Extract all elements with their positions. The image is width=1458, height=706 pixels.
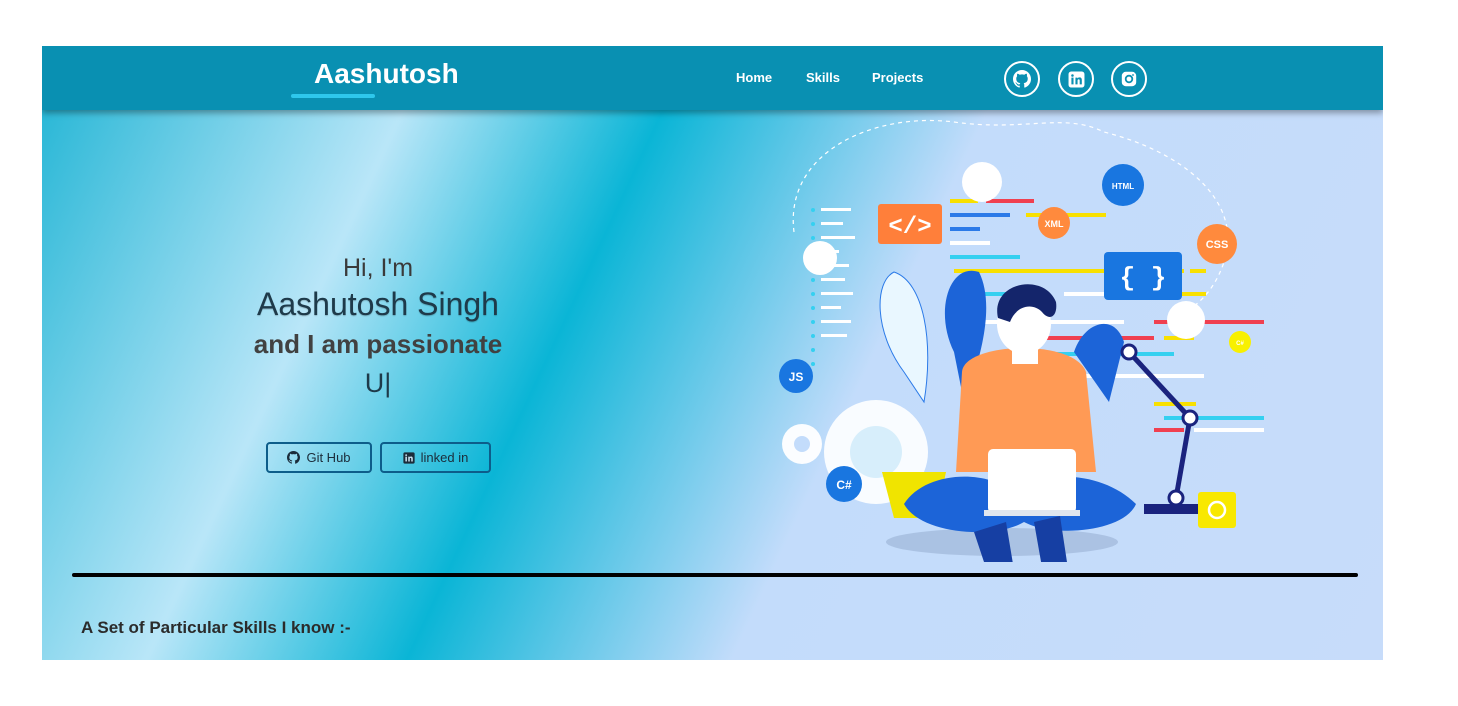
github-button[interactable]: Git Hub <box>266 442 372 473</box>
brand-logo[interactable]: Aashutosh <box>314 58 459 90</box>
hero-tagline: and I am passionate <box>253 329 503 359</box>
linkedin-button-label: linked in <box>420 450 469 465</box>
linkedin-link[interactable] <box>1058 61 1094 97</box>
github-button-label: Git Hub <box>306 450 351 465</box>
page: Aashutosh Home Skills Projects Hi, I'm A… <box>42 46 1383 660</box>
typing-cursor: | <box>384 368 392 398</box>
linkedin-icon <box>403 451 415 464</box>
hero-name: Aashutosh Singh <box>257 286 499 322</box>
hero-intro: Hi, I'm Aashutosh Singh and I am passion… <box>202 252 554 402</box>
white-circle <box>962 162 1002 202</box>
nav-link-skills[interactable]: Skills <box>806 70 840 85</box>
html-badge-label: HTML <box>1112 182 1134 191</box>
typed-word: U <box>364 368 385 398</box>
plant-leaf <box>879 271 929 404</box>
code-tag-label: </> <box>888 214 931 241</box>
skills-heading: A Set of Particular Skills I know :- <box>81 618 351 637</box>
instagram-link[interactable] <box>1111 61 1147 97</box>
section-divider <box>72 573 1358 577</box>
braces-label: { } <box>1120 263 1167 293</box>
instagram-icon <box>1121 71 1137 87</box>
csharp-badge-label: C# <box>836 478 852 492</box>
linkedin-button[interactable]: linked in <box>380 442 491 473</box>
css-badge-label: CSS <box>1206 239 1229 251</box>
navbar: Aashutosh Home Skills Projects <box>42 46 1383 110</box>
white-circle <box>1167 301 1205 339</box>
developer-illustration: HTML XML CSS JS C# </> { } C# <box>779 119 1264 562</box>
csharp-small-badge-label: C# <box>1236 341 1244 347</box>
github-icon <box>287 451 301 464</box>
dots-column <box>811 208 815 366</box>
xml-badge-label: XML <box>1045 219 1065 229</box>
github-link[interactable] <box>1004 61 1040 97</box>
settings-box <box>1198 492 1236 528</box>
white-circle <box>803 241 837 275</box>
js-badge-label: JS <box>789 370 804 384</box>
linkedin-icon <box>1068 71 1084 87</box>
brand-underline <box>291 94 375 98</box>
typed-text: U| <box>202 364 554 402</box>
github-icon <box>1013 70 1031 88</box>
hero-greeting: Hi, I'm <box>342 254 414 282</box>
nav-link-home[interactable]: Home <box>736 70 772 85</box>
nav-link-projects[interactable]: Projects <box>872 70 923 85</box>
